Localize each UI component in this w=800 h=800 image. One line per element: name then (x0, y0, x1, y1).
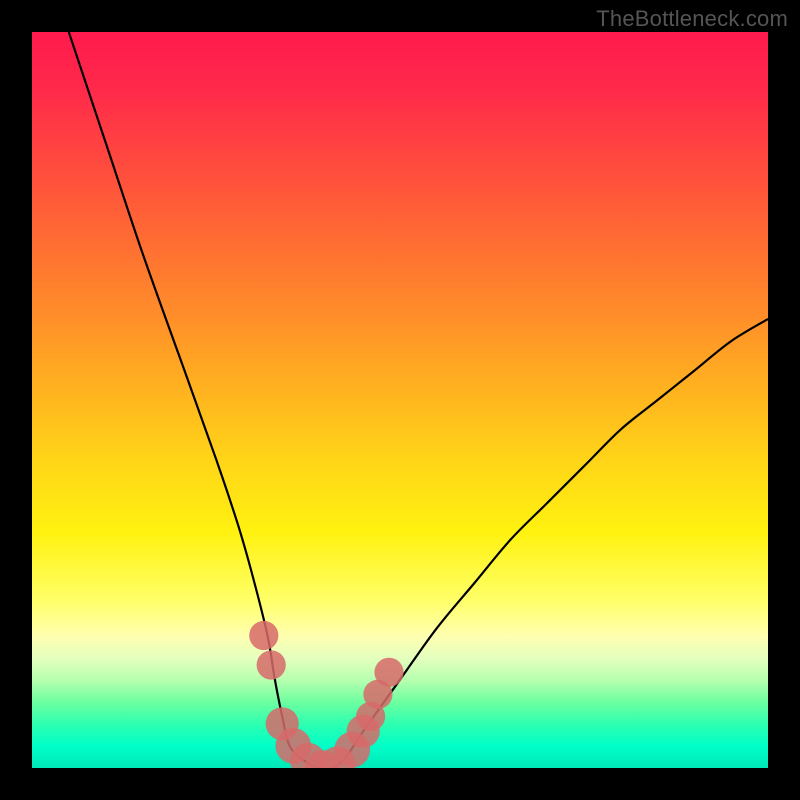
curve-svg (32, 32, 768, 768)
curve-marker (249, 621, 278, 650)
curve-markers (249, 621, 403, 768)
watermark-text: TheBottleneck.com (596, 6, 788, 32)
chart-frame: TheBottleneck.com (0, 0, 800, 800)
bottleneck-curve-path (69, 32, 768, 768)
plot-area (32, 32, 768, 768)
curve-marker (257, 650, 286, 679)
curve-marker (374, 658, 403, 687)
